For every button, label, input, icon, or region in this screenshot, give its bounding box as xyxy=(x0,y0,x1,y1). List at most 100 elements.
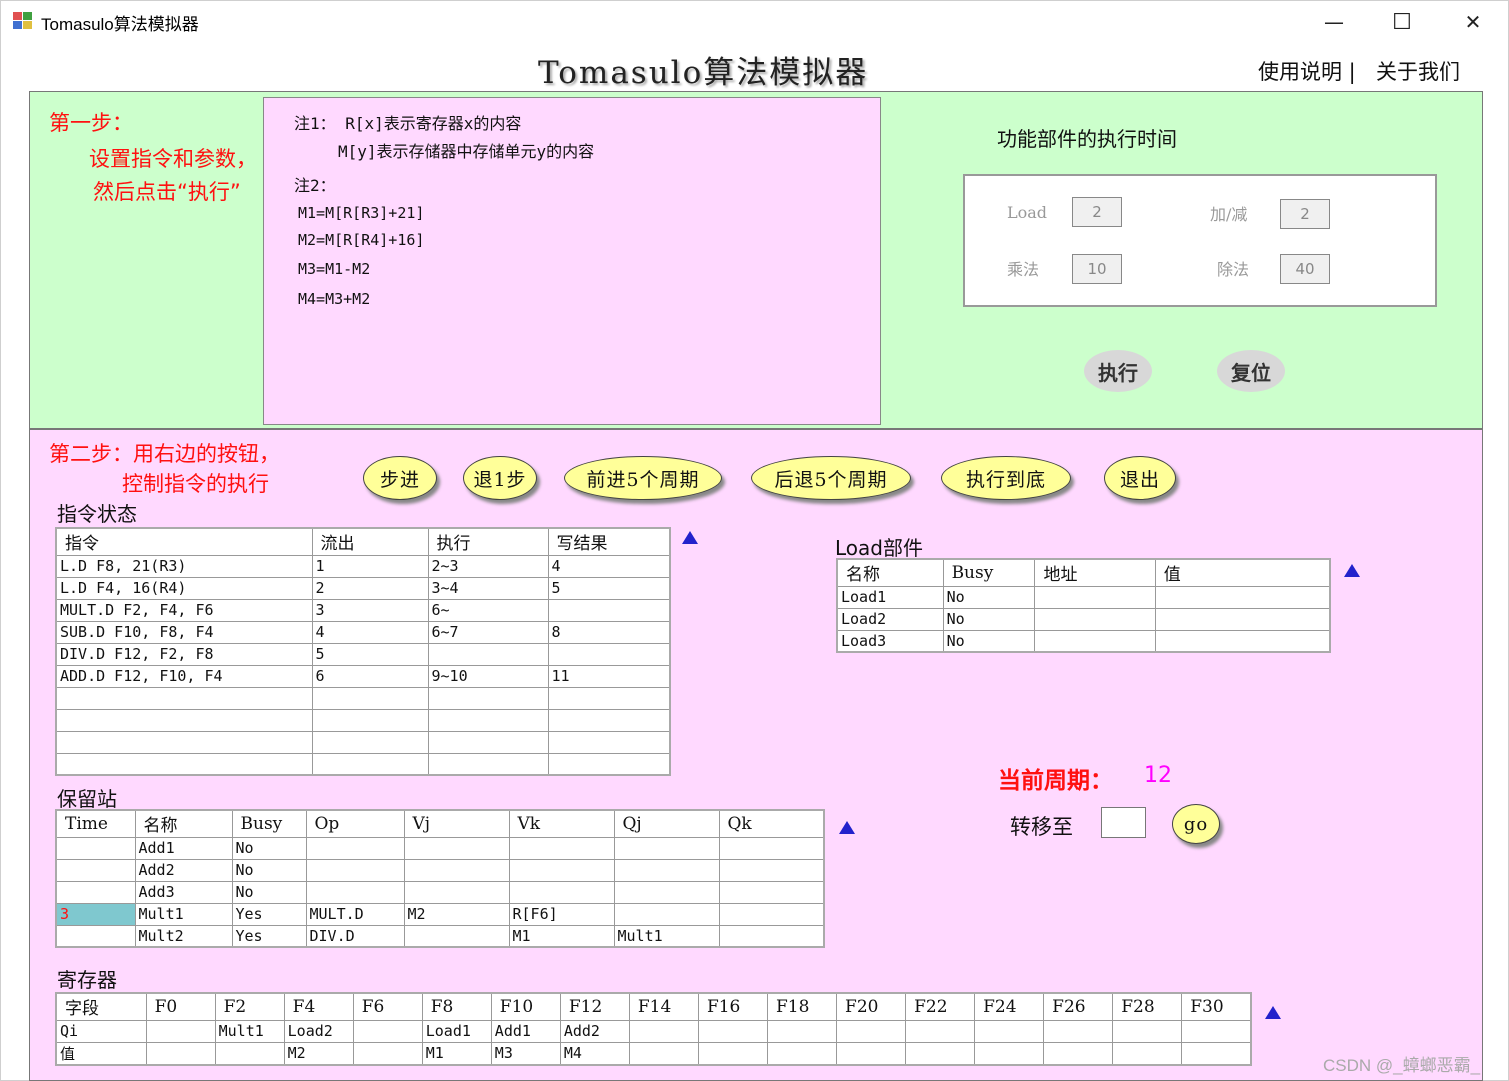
load-column-header[interactable]: Busy xyxy=(942,558,1036,587)
rs-cell[interactable] xyxy=(305,836,405,860)
reg-column-header[interactable]: F0 xyxy=(145,992,216,1021)
reg-cell[interactable] xyxy=(352,1019,423,1043)
rs-cell[interactable]: Add3 xyxy=(134,880,233,904)
table-row[interactable]: DIV.D F12, F2, F8 5 xyxy=(55,642,671,666)
instr-cell[interactable]: 3~4 xyxy=(427,576,549,600)
rs-column-header[interactable]: Busy xyxy=(231,809,307,838)
instr-cell[interactable]: 9~10 xyxy=(427,664,549,688)
instr-cell[interactable] xyxy=(427,752,549,776)
table-row[interactable]: SUB.D F10, F8, F4 4 6~7 8 xyxy=(55,620,671,644)
instr-cell[interactable]: 2 xyxy=(311,576,429,600)
table-row[interactable]: L.D F8, 21(R3) 1 2~3 4 xyxy=(55,554,671,578)
rs-cell[interactable]: M1 xyxy=(508,924,615,948)
load-cell[interactable]: Load3 xyxy=(836,629,944,653)
instr-cell[interactable]: MULT.D F2, F4, F6 xyxy=(55,598,313,622)
instr-sort-arrow-icon[interactable] xyxy=(682,531,698,544)
about-link[interactable]: 关于我们 xyxy=(1376,56,1460,86)
rs-cell[interactable] xyxy=(305,858,405,882)
table-row[interactable] xyxy=(55,708,671,732)
rs-cell[interactable] xyxy=(55,880,136,904)
instr-cell[interactable] xyxy=(547,598,671,622)
instr-cell[interactable]: 6 xyxy=(311,664,429,688)
instr-cell[interactable] xyxy=(311,686,429,710)
table-row[interactable]: Add3 No xyxy=(55,880,825,904)
rs-cell[interactable] xyxy=(403,836,510,860)
table-row[interactable] xyxy=(55,730,671,754)
instr-cell[interactable]: 5 xyxy=(547,576,671,600)
instr-cell[interactable] xyxy=(55,730,313,754)
rs-cell[interactable]: No xyxy=(231,858,307,882)
reg-cell[interactable]: M4 xyxy=(559,1041,630,1065)
table-row[interactable]: Mult2 Yes DIV.D M1 Mult1 xyxy=(55,924,825,948)
instr-status-table[interactable]: 指令 流出 执行 写结果 L.D F8, 21(R3) 1 2~3 4 L.D F4, 16(R… xyxy=(55,527,671,776)
instr-cell[interactable]: 5 xyxy=(311,642,429,666)
reg-cell[interactable] xyxy=(628,1019,699,1043)
table-row[interactable]: Load2 No xyxy=(836,607,1331,631)
instr-cell[interactable] xyxy=(55,686,313,710)
rs-cell[interactable] xyxy=(613,880,720,904)
reg-cell[interactable] xyxy=(697,1019,768,1043)
rs-cell[interactable]: Mult1 xyxy=(134,902,233,926)
rs-cell[interactable] xyxy=(508,858,615,882)
run-to-end-button[interactable]: 执行到底 xyxy=(941,456,1071,500)
table-row[interactable]: 值 M2 M1 M3 M4 xyxy=(55,1041,1252,1065)
reg-cell[interactable]: M2 xyxy=(283,1041,354,1065)
reg-cell[interactable] xyxy=(1043,1019,1114,1043)
reg-cell[interactable] xyxy=(1043,1041,1114,1065)
instr-column-header[interactable]: 执行 xyxy=(427,527,549,556)
back-5-cycles-button[interactable]: 后退5个周期 xyxy=(751,456,911,500)
reset-button[interactable]: 复位 xyxy=(1217,350,1285,392)
instr-cell[interactable]: 2~3 xyxy=(427,554,549,578)
reg-sort-arrow-icon[interactable] xyxy=(1265,1006,1281,1019)
reg-column-header[interactable]: F12 xyxy=(559,992,630,1021)
reg-cell[interactable] xyxy=(836,1019,907,1043)
rs-cell[interactable] xyxy=(403,880,510,904)
rs-cell[interactable] xyxy=(613,858,720,882)
instr-cell[interactable] xyxy=(547,708,671,732)
reg-cell[interactable] xyxy=(1181,1041,1252,1065)
step-forward-button[interactable]: 步进 xyxy=(363,456,437,500)
rs-column-header[interactable]: Qj xyxy=(613,809,720,838)
instr-cell[interactable]: ADD.D F12, F10, F4 xyxy=(55,664,313,688)
instr-cell[interactable]: 6~7 xyxy=(427,620,549,644)
rs-cell[interactable]: Yes xyxy=(231,902,307,926)
instr-cell[interactable] xyxy=(547,752,671,776)
reg-column-header[interactable]: F22 xyxy=(905,992,976,1021)
execute-button[interactable]: 执行 xyxy=(1084,350,1152,392)
instr-column-header[interactable]: 指令 xyxy=(55,527,313,556)
rs-cell[interactable]: R[F6] xyxy=(508,902,615,926)
instr-cell[interactable]: 6~ xyxy=(427,598,549,622)
exit-button[interactable]: 退出 xyxy=(1104,456,1176,500)
rs-cell[interactable] xyxy=(718,880,825,904)
rs-cell[interactable] xyxy=(718,902,825,926)
reg-cell[interactable]: 值 xyxy=(55,1041,147,1065)
reg-column-header[interactable]: F8 xyxy=(421,992,492,1021)
load-cell[interactable] xyxy=(1034,585,1156,609)
reg-column-header[interactable]: 字段 xyxy=(55,992,147,1021)
rs-cell[interactable]: Mult2 xyxy=(134,924,233,948)
instr-cell[interactable] xyxy=(55,752,313,776)
instr-cell[interactable] xyxy=(311,708,429,732)
reg-cell[interactable]: Load2 xyxy=(283,1019,354,1043)
reg-cell[interactable] xyxy=(145,1019,216,1043)
instr-cell[interactable] xyxy=(311,752,429,776)
load-cell[interactable]: No xyxy=(942,607,1036,631)
reg-column-header[interactable]: F18 xyxy=(766,992,838,1021)
reg-cell[interactable] xyxy=(905,1041,976,1065)
rs-cell[interactable] xyxy=(55,924,136,948)
reg-column-header[interactable]: F4 xyxy=(283,992,354,1021)
mul-time-input[interactable]: 10 xyxy=(1072,254,1122,284)
reg-column-header[interactable]: F24 xyxy=(974,992,1045,1021)
reg-column-header[interactable]: F20 xyxy=(836,992,907,1021)
load-units-table[interactable]: 名称 Busy 地址值 Load1 No Load2 No Load3 No xyxy=(836,558,1331,653)
reg-cell[interactable] xyxy=(352,1041,423,1065)
rs-cell[interactable] xyxy=(718,836,825,860)
rs-cell[interactable]: Yes xyxy=(231,924,307,948)
table-row[interactable]: 3 Mult1 Yes MULT.D M2 R[F6] xyxy=(55,902,825,926)
table-row[interactable]: Qi Mult1 Load2 Load1 Add1 Add2 xyxy=(55,1019,1252,1043)
load-time-input[interactable]: 2 xyxy=(1072,197,1122,227)
instr-column-header[interactable]: 流出 xyxy=(311,527,429,556)
reg-cell[interactable] xyxy=(697,1041,768,1065)
step-back-button[interactable]: 退1步 xyxy=(463,456,537,500)
forward-5-cycles-button[interactable]: 前进5个周期 xyxy=(564,456,722,500)
